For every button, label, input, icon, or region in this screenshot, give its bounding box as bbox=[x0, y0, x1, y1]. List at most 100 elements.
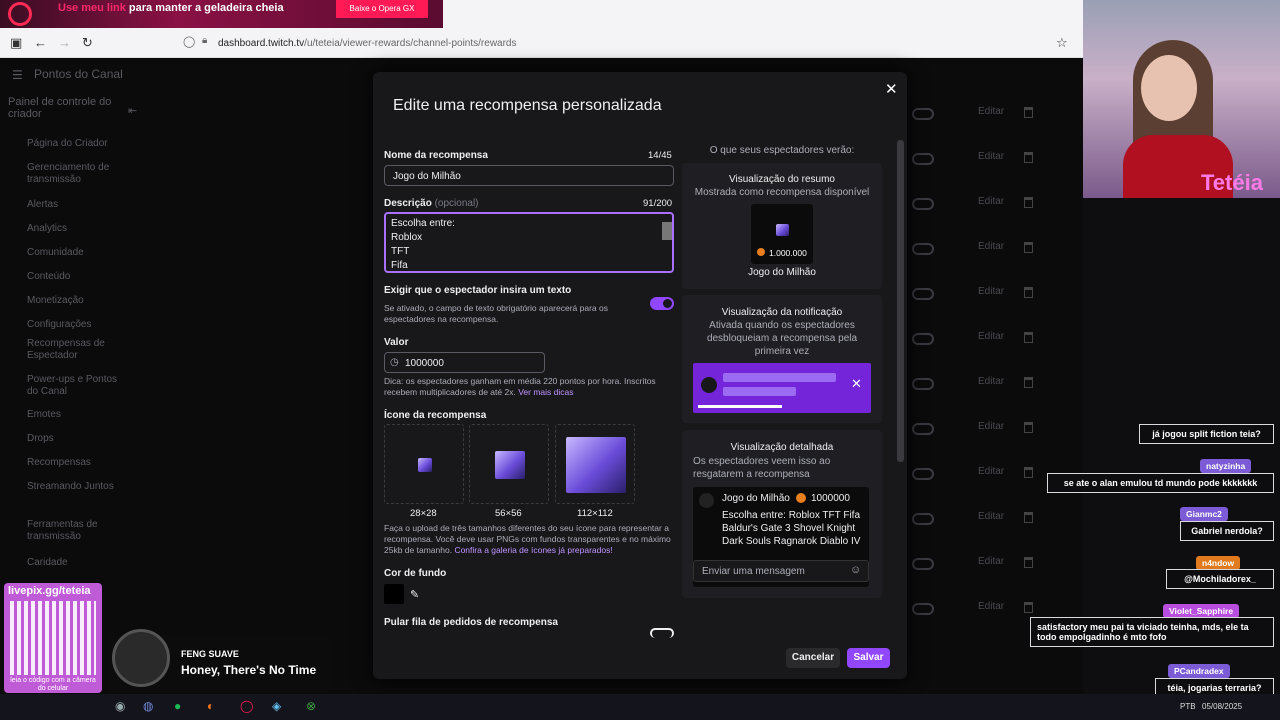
reward-toggle[interactable] bbox=[912, 423, 934, 435]
edit-button[interactable]: Editar bbox=[978, 601, 1004, 612]
sidebar-item[interactable]: Caridade bbox=[27, 557, 122, 569]
lang-indicator[interactable]: PTB bbox=[1180, 702, 1196, 711]
sidebar-toggle-icon[interactable]: ▣ bbox=[10, 35, 22, 51]
edit-button[interactable]: Editar bbox=[978, 286, 1004, 297]
sidebar-item[interactable]: Analytics bbox=[27, 223, 122, 235]
summary-card[interactable]: 1.000.000 bbox=[751, 204, 813, 264]
back-icon[interactable]: ← bbox=[34, 35, 47, 50]
message-input[interactable]: Enviar uma mensagem ☺ bbox=[693, 560, 869, 582]
save-button[interactable]: Salvar bbox=[847, 648, 890, 668]
reward-toggle[interactable] bbox=[912, 288, 934, 300]
edit-button[interactable]: Editar bbox=[978, 241, 1004, 252]
icon-gallery-link[interactable]: Confira a galeria de ícones já preparado… bbox=[454, 545, 612, 555]
edit-button[interactable]: Editar bbox=[978, 466, 1004, 477]
trash-icon[interactable] bbox=[1024, 602, 1033, 613]
sidebar-item[interactable]: Configurações bbox=[27, 319, 122, 331]
reload-icon[interactable]: ↻ bbox=[82, 35, 93, 51]
discord-icon[interactable]: ◍ bbox=[143, 699, 153, 713]
app-icon[interactable]: ◉ bbox=[115, 699, 125, 713]
value-input[interactable]: 1000000 bbox=[384, 352, 545, 373]
clock-date[interactable]: 05/08/2025 bbox=[1202, 702, 1242, 711]
icon-upload-28[interactable] bbox=[384, 424, 464, 504]
edit-button[interactable]: Editar bbox=[978, 421, 1004, 432]
icon-upload-56[interactable] bbox=[469, 424, 549, 504]
reward-toggle[interactable] bbox=[912, 243, 934, 255]
page-header-title: Pontos do Canal bbox=[34, 67, 123, 81]
trash-icon[interactable] bbox=[1024, 422, 1033, 433]
trash-icon[interactable] bbox=[1024, 557, 1033, 568]
reward-toggle[interactable] bbox=[912, 108, 934, 120]
edit-button[interactable]: Editar bbox=[978, 331, 1004, 342]
sidebar-item[interactable]: Recompensas bbox=[27, 457, 122, 469]
desc-line: Fifa bbox=[391, 260, 408, 271]
bg-color-swatch[interactable] bbox=[384, 584, 404, 604]
reward-toggle[interactable] bbox=[912, 558, 934, 570]
reward-toggle[interactable] bbox=[912, 198, 934, 210]
reward-name-input[interactable]: Jogo do Milhão bbox=[384, 165, 674, 186]
top-strip bbox=[443, 0, 1083, 28]
chat-message: Gabriel nerdola? bbox=[1180, 521, 1274, 541]
description-textarea[interactable]: Escolha entre: Roblox TFT Fifa bbox=[384, 212, 674, 273]
sidebar-item[interactable]: Power-ups e Pontos do Canal bbox=[27, 374, 122, 398]
trash-icon[interactable] bbox=[1024, 512, 1033, 523]
sidebar-item[interactable]: Monetização bbox=[27, 295, 122, 307]
pencil-icon[interactable]: ✎ bbox=[410, 588, 419, 601]
edit-button[interactable]: Editar bbox=[978, 511, 1004, 522]
trash-icon[interactable] bbox=[1024, 377, 1033, 388]
skip-queue-toggle[interactable] bbox=[650, 628, 674, 638]
trash-icon[interactable] bbox=[1024, 197, 1033, 208]
shield-icon[interactable]: ◯ bbox=[183, 35, 195, 48]
sidebar-item[interactable]: Alertas bbox=[27, 199, 122, 211]
edit-button[interactable]: Editar bbox=[978, 556, 1004, 567]
address-bar[interactable]: dashboard.twitch.tv/u/teteia/viewer-rewa… bbox=[218, 38, 517, 49]
edit-button[interactable]: Editar bbox=[978, 196, 1004, 207]
reward-toggle[interactable] bbox=[912, 513, 934, 525]
menu-icon[interactable]: ☰ bbox=[12, 68, 23, 82]
chat-username: Violet_Sapphire bbox=[1163, 604, 1240, 618]
trash-icon[interactable] bbox=[1024, 152, 1033, 163]
more-tips-link[interactable]: Ver mais dicas bbox=[518, 387, 573, 397]
spotify-icon[interactable]: ● bbox=[174, 699, 181, 713]
edit-button[interactable]: Editar bbox=[978, 151, 1004, 162]
sidebar-item[interactable]: Página do Criador bbox=[27, 138, 122, 150]
edit-button[interactable]: Editar bbox=[978, 106, 1004, 117]
reward-toggle[interactable] bbox=[912, 333, 934, 345]
trash-icon[interactable] bbox=[1024, 107, 1033, 118]
firefox-icon[interactable]: ◐ bbox=[207, 699, 214, 713]
sidebar-item[interactable]: Gerenciamento de transmissão bbox=[27, 162, 122, 186]
modal-scrollbar[interactable] bbox=[897, 140, 904, 462]
trash-icon[interactable] bbox=[1024, 332, 1033, 343]
trash-icon[interactable] bbox=[1024, 287, 1033, 298]
reward-toggle[interactable] bbox=[912, 378, 934, 390]
sidebar-item[interactable]: Conteúdo bbox=[27, 271, 122, 283]
sidebar-item[interactable]: Comunidade bbox=[27, 247, 122, 259]
require-text-toggle[interactable] bbox=[650, 297, 674, 310]
icon-help: Faça o upload de três tamanhos diferente… bbox=[384, 523, 671, 555]
trash-icon[interactable] bbox=[1024, 467, 1033, 478]
sidebar-item[interactable]: Streamando Juntos bbox=[27, 481, 122, 493]
forward-icon[interactable]: → bbox=[58, 35, 71, 50]
ad-download-button[interactable]: Baixe o Opera GX bbox=[336, 0, 428, 18]
reward-toggle[interactable] bbox=[912, 153, 934, 165]
bookmark-star-icon[interactable]: ☆ bbox=[1056, 35, 1068, 51]
edit-button[interactable]: Editar bbox=[978, 376, 1004, 387]
sidebar-item[interactable]: Ferramentas de transmissão bbox=[27, 519, 122, 543]
ad-banner[interactable]: Use meu link para manter a geladeira che… bbox=[0, 0, 443, 28]
icon-upload-112[interactable] bbox=[555, 424, 635, 504]
textarea-scrollbar[interactable] bbox=[662, 222, 672, 240]
cancel-button[interactable]: Cancelar bbox=[786, 648, 840, 668]
icon-size-56: 56×56 bbox=[495, 508, 522, 519]
xbox-icon[interactable]: ⊗ bbox=[306, 699, 316, 713]
opera-icon[interactable]: ◯ bbox=[240, 699, 253, 713]
close-icon[interactable]: ✕ bbox=[885, 80, 898, 98]
sidebar-item[interactable]: Drops bbox=[27, 433, 122, 445]
icon-size-112: 112×112 bbox=[577, 508, 613, 519]
sidebar-item[interactable]: Emotes bbox=[27, 409, 122, 421]
emoji-icon[interactable]: ☺ bbox=[850, 564, 861, 576]
steam-icon[interactable]: ◈ bbox=[272, 699, 281, 713]
reward-toggle[interactable] bbox=[912, 603, 934, 615]
collapse-icon[interactable]: ⇤ bbox=[128, 104, 137, 117]
reward-toggle[interactable] bbox=[912, 468, 934, 480]
trash-icon[interactable] bbox=[1024, 242, 1033, 253]
sidebar-item[interactable]: Recompensas de Espectador bbox=[27, 338, 122, 362]
